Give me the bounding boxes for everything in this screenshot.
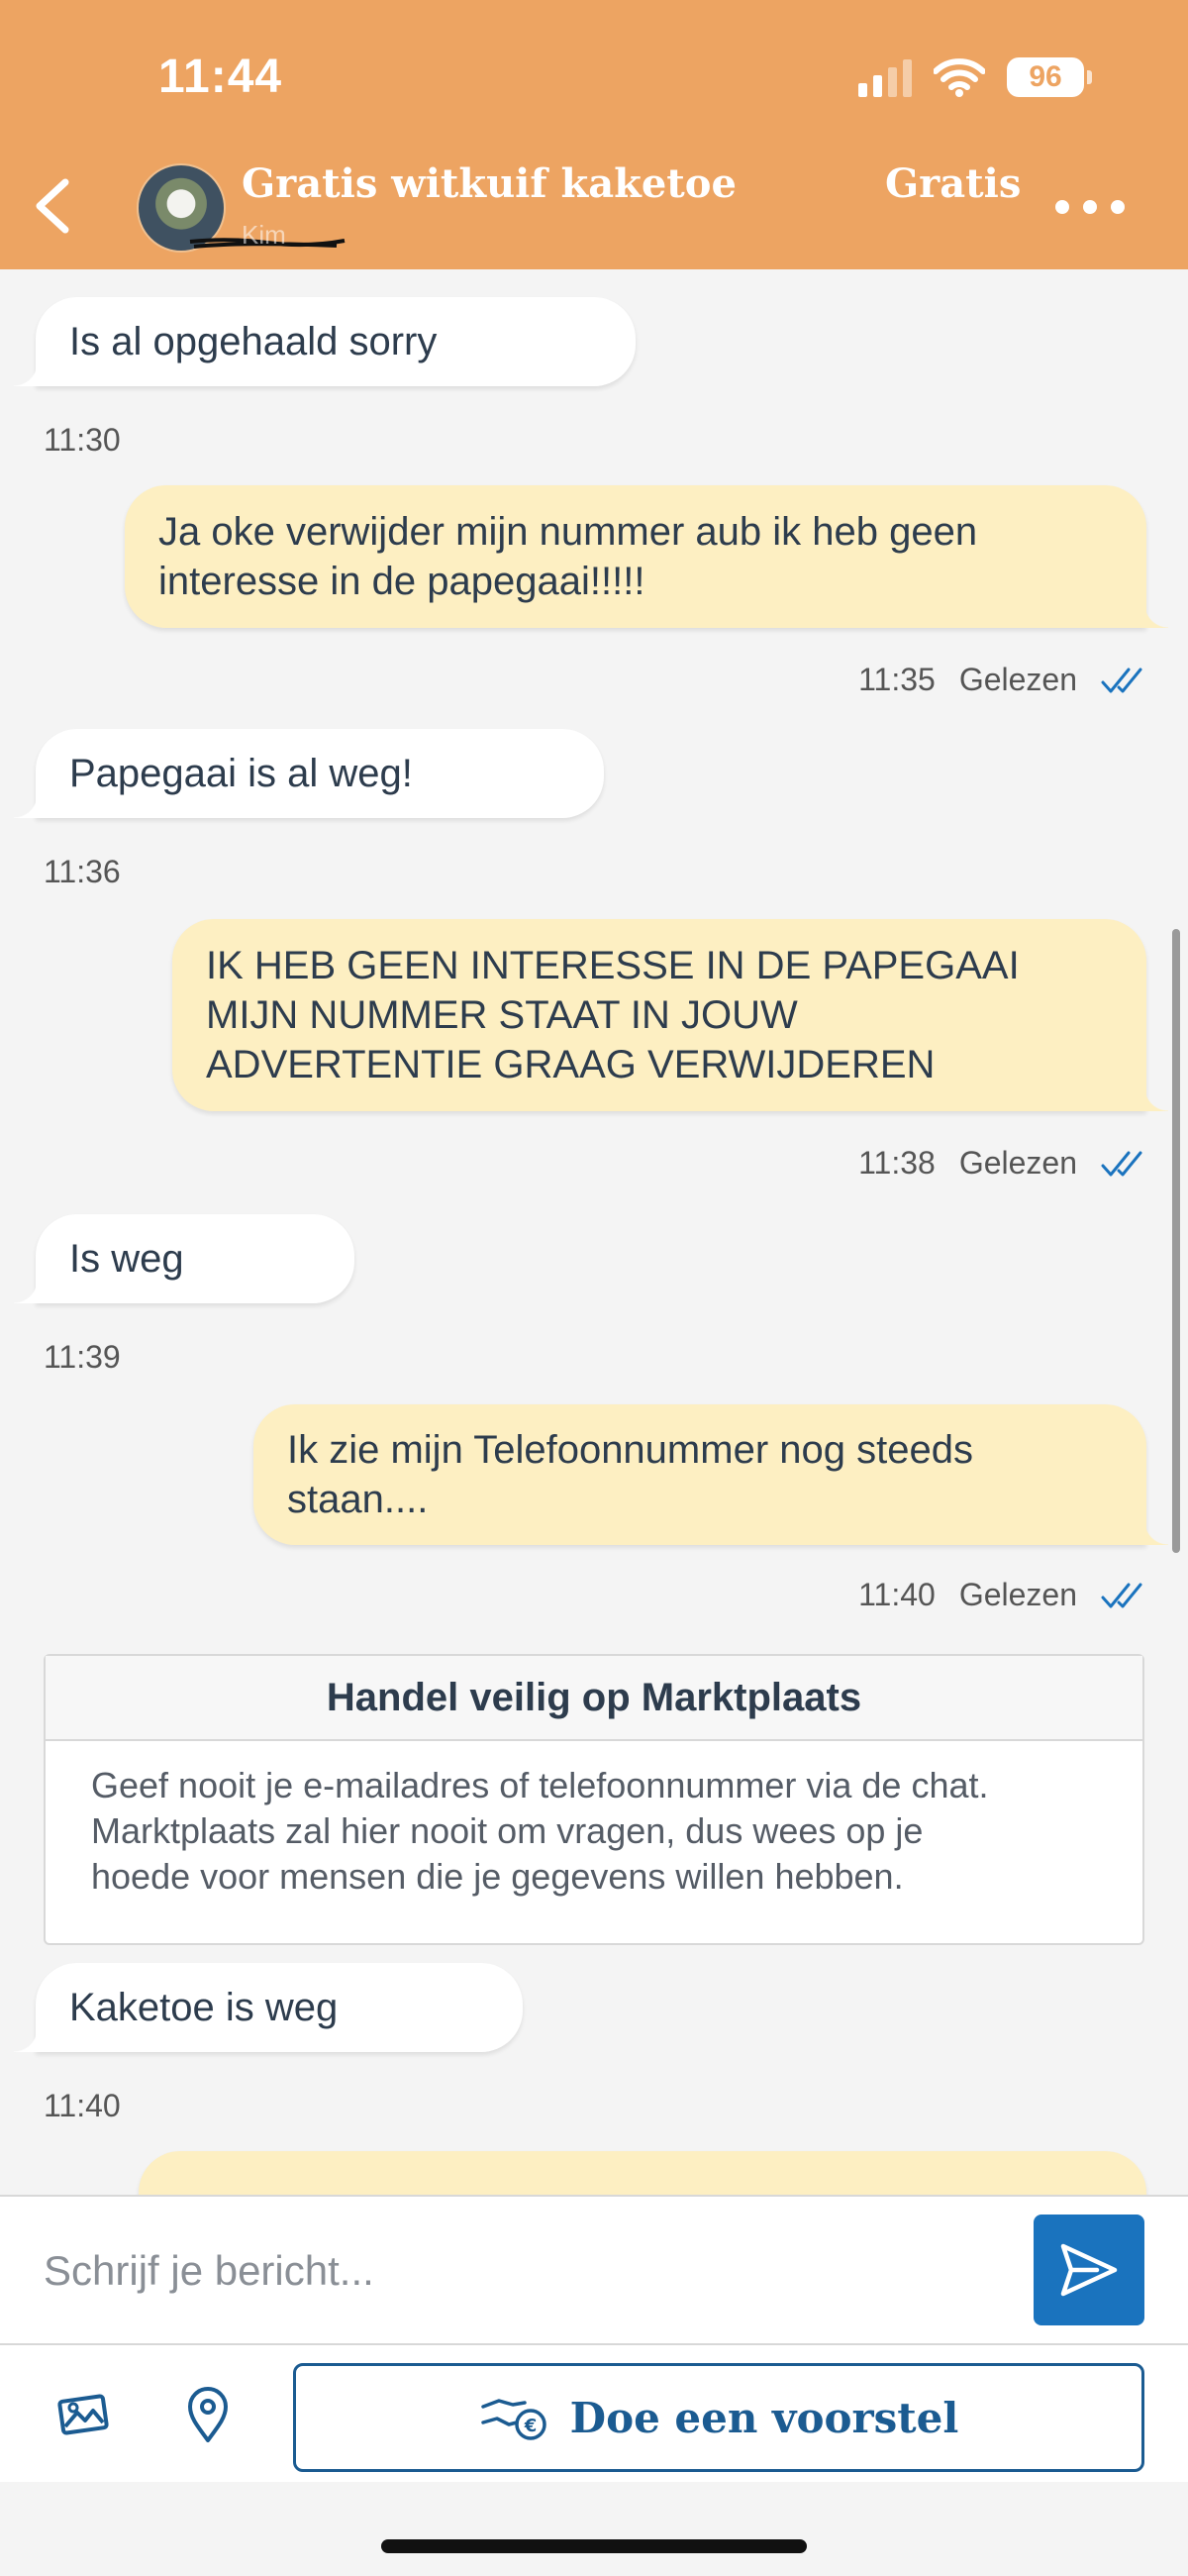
read-status: Gelezen: [958, 1145, 1077, 1181]
message-composer: [0, 2195, 1188, 2343]
read-status: Gelezen: [958, 662, 1077, 697]
make-offer-label: Doe een voorstel: [569, 2393, 959, 2442]
message-time: 11:40: [858, 1577, 936, 1612]
signal-icon: [858, 57, 912, 97]
wifi-icon: [934, 58, 985, 97]
status-icons: 96: [858, 57, 1092, 97]
message-text: Papegaai is al weg!: [69, 752, 413, 795]
read-checks-icon: [1101, 1151, 1142, 1176]
read-checks-icon: [1101, 668, 1142, 692]
message-text: Is weg: [69, 1237, 184, 1281]
message-text-line: interesse in de papegaai!!!!!: [158, 560, 645, 603]
offer-hand-icon: €: [480, 2399, 546, 2440]
message-meta: 11:40 Gelezen: [858, 1577, 1144, 1613]
battery-icon: 96: [1007, 57, 1092, 97]
home-area: [0, 2482, 1188, 2576]
message-text-line: staan....: [287, 1478, 429, 1521]
message-bubble-incoming: Is weg: [14, 1214, 354, 1303]
status-time: 11:44: [158, 51, 283, 103]
message-text: Kaketoe is weg: [69, 1986, 339, 2029]
message-time: 11:40: [44, 2088, 121, 2123]
safety-notice-title: Handel veilig op Marktplaats: [46, 1656, 1142, 1741]
message-text-line: MIJN NUMMER STAAT IN JOUW: [206, 993, 798, 1037]
message-text-line: ADVERTENTIE GRAAG VERWIJDEREN: [206, 1043, 936, 1086]
chat-header: 11:44 96 Gratis witkuif kaketoe Kim Grat…: [0, 0, 1188, 269]
read-checks-icon: [1101, 1583, 1142, 1607]
home-indicator[interactable]: [381, 2539, 807, 2553]
seller-name: Kim: [242, 220, 286, 250]
send-button[interactable]: [1034, 2215, 1144, 2325]
message-text-line: Ik zie mijn Telefoonnummer nog steeds: [287, 1428, 973, 1472]
safety-notice: Handel veilig op Marktplaats Geef nooit …: [44, 1654, 1144, 1945]
message-input[interactable]: [44, 2236, 994, 2306]
message-text-line: Ja oke verwijder mijn nummer aub ik heb …: [158, 510, 978, 554]
message-text: Is al opgehaald sorry: [69, 320, 438, 363]
location-icon[interactable]: [176, 2383, 240, 2446]
read-status: Gelezen: [958, 1577, 1077, 1612]
message-time: 11:30: [44, 422, 121, 458]
send-icon: [1060, 2243, 1118, 2297]
more-icon[interactable]: [1055, 200, 1125, 214]
safety-notice-line: Marktplaats zal hier nooit om vragen, du…: [91, 1810, 924, 1851]
make-offer-button[interactable]: € Doe een voorstel: [293, 2363, 1144, 2472]
scrollbar[interactable]: [1172, 929, 1180, 1553]
message-time: 11:35: [858, 662, 936, 697]
message-meta: 11:35 Gelezen: [858, 662, 1144, 698]
safety-notice-line: hoede voor mensen die je gegevens willen…: [91, 1856, 904, 1897]
message-bubble-outgoing: IK HEB GEEN INTERESSE IN DE PAPEGAAI MIJ…: [172, 919, 1168, 1111]
svg-text:€: €: [523, 2416, 537, 2436]
chat-toolbar: € Doe een voorstel: [0, 2343, 1188, 2482]
message-bubble-incoming: Is al opgehaald sorry: [14, 297, 636, 386]
gallery-icon[interactable]: [51, 2383, 115, 2446]
message-bubble-incoming: Kaketoe is weg: [14, 1963, 523, 2052]
message-text-line: IK HEB GEEN INTERESSE IN DE PAPEGAAI: [206, 944, 1020, 987]
message-bubble-incoming: Papegaai is al weg!: [14, 729, 604, 818]
listing-title[interactable]: Gratis witkuif kaketoe: [242, 160, 737, 207]
message-time: 11:39: [44, 1339, 121, 1375]
message-bubble-outgoing: Ik zie mijn Telefoonnummer nog steeds st…: [253, 1404, 1168, 1545]
message-time: 11:38: [858, 1145, 936, 1181]
safety-notice-body: Geef nooit je e-mailadres of telefoonnum…: [46, 1741, 1142, 1921]
message-bubble-outgoing: Ja oke verwijder mijn nummer aub ik heb …: [125, 485, 1168, 628]
listing-price: Gratis: [885, 160, 1022, 207]
message-meta: 11:38 Gelezen: [858, 1145, 1144, 1182]
message-time: 11:36: [44, 854, 121, 889]
safety-notice-line: Geef nooit je e-mailadres of telefoonnum…: [91, 1765, 989, 1805]
back-icon[interactable]: [28, 176, 77, 236]
